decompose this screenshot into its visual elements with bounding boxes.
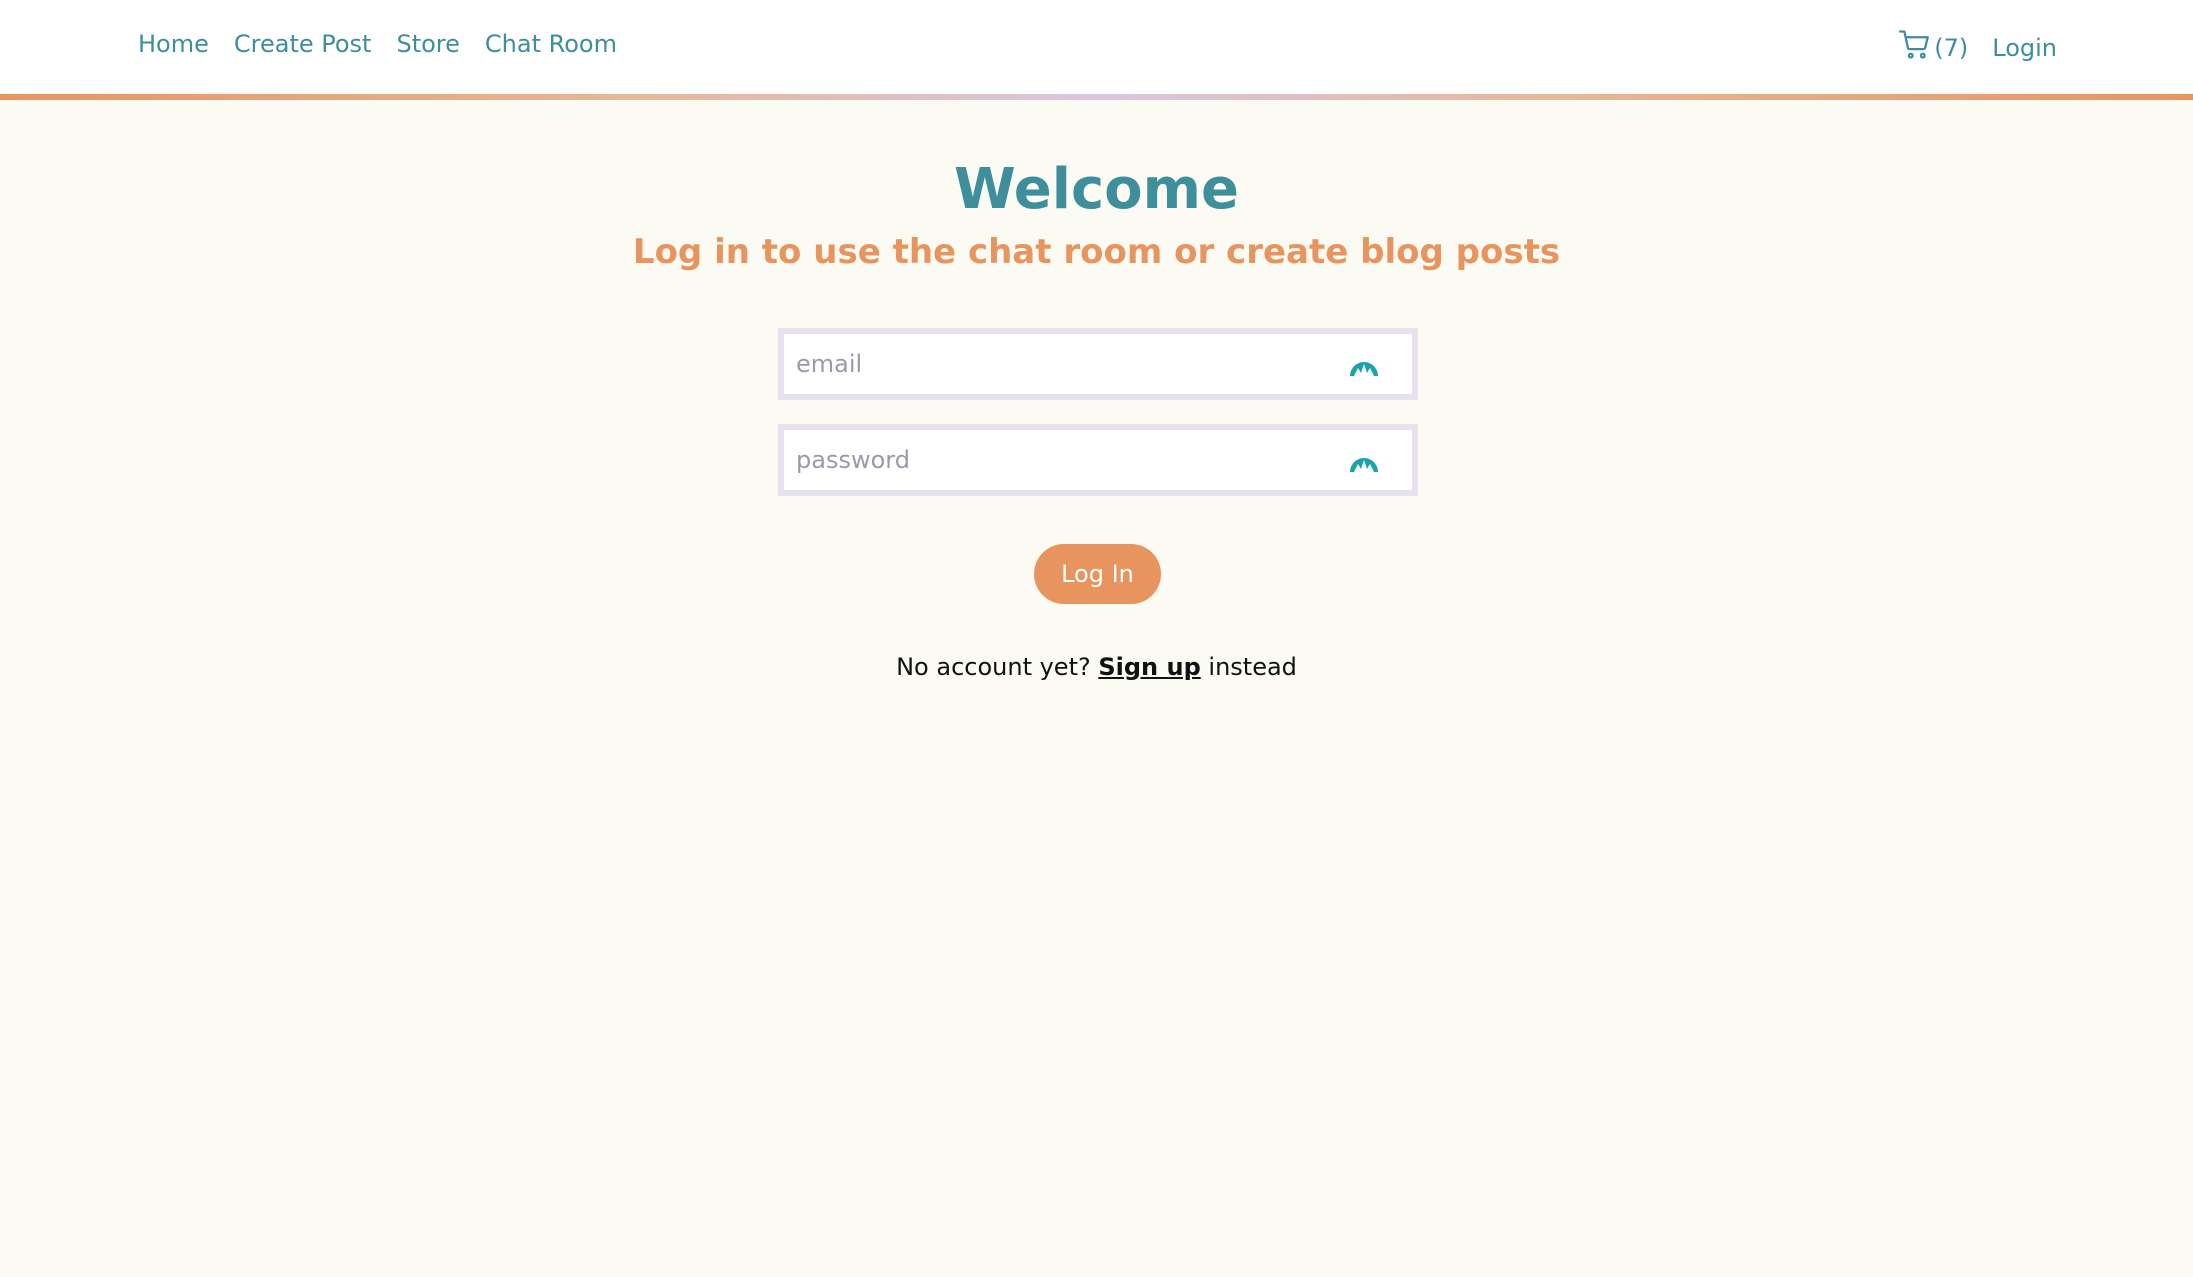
signup-prompt: No account yet? Sign up instead bbox=[0, 653, 2193, 681]
email-field[interactable] bbox=[778, 328, 1418, 400]
page-title: Welcome bbox=[954, 157, 1239, 222]
password-input[interactable] bbox=[784, 430, 1412, 490]
cart-icon bbox=[1898, 28, 1934, 68]
cart-button[interactable]: (7) bbox=[1898, 28, 1968, 68]
cart-count: (7) bbox=[1934, 34, 1969, 62]
nav-create-post-link[interactable]: Create Post bbox=[234, 30, 372, 58]
email-input[interactable] bbox=[784, 334, 1412, 394]
login-page: Welcome Log in to use the chat room or c… bbox=[0, 100, 2193, 274]
nav-chat-room-link[interactable]: Chat Room bbox=[485, 30, 617, 58]
nav-home-link[interactable]: Home bbox=[138, 30, 209, 58]
page-subtitle: Log in to use the chat room or create bl… bbox=[632, 232, 1561, 272]
password-manager-icon[interactable] bbox=[1348, 444, 1380, 476]
password-manager-icon[interactable] bbox=[1348, 348, 1380, 380]
sign-up-link[interactable]: Sign up bbox=[1098, 653, 1200, 681]
nav-login-link[interactable]: Login bbox=[1992, 34, 2057, 62]
password-field[interactable] bbox=[778, 424, 1418, 496]
signup-prefix: No account yet? bbox=[896, 653, 1091, 681]
nav-links: Home Create Post Store Chat Room bbox=[138, 30, 617, 58]
signup-suffix: instead bbox=[1208, 653, 1297, 681]
nav-right: (7) Login bbox=[1898, 28, 2057, 68]
top-navbar: Home Create Post Store Chat Room (7) Log… bbox=[0, 0, 2193, 95]
nav-store-link[interactable]: Store bbox=[396, 30, 459, 58]
log-in-button[interactable]: Log In bbox=[1034, 544, 1161, 604]
